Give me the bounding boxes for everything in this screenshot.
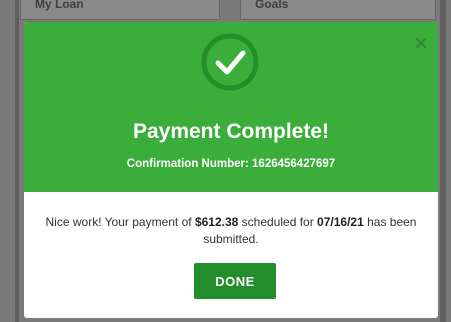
payment-amount: $612.38 [194, 215, 239, 229]
confirmation-label: Confirmation Number: [126, 158, 249, 170]
background-rail-left [15, 0, 19, 322]
modal-title: Payment Complete! [132, 120, 330, 143]
check-circle-icon [201, 33, 259, 91]
close-icon[interactable] [414, 36, 428, 50]
modal-body: Nice work! Your payment of $612.38 sched… [24, 192, 438, 248]
background-rail-right [440, 0, 446, 322]
payment-date: 07/16/21 [317, 215, 364, 229]
confirmation-number: 1626456427697 [252, 158, 336, 170]
message-middle: scheduled for [238, 215, 318, 229]
message-prefix: Nice work! Your payment of [45, 215, 195, 229]
modal-header: Payment Complete! Confirmation Number: 1… [24, 22, 438, 192]
payment-complete-modal: Payment Complete! Confirmation Number: 1… [24, 22, 438, 318]
background-card-goals: Goals [240, 0, 436, 20]
background-card-my-loan: My Loan [20, 0, 220, 20]
background-card-my-loan-title: My Loan [35, 0, 84, 11]
background-card-goals-title: Goals [255, 0, 289, 11]
confirmation-line: Confirmation Number: 1626456427697 [24, 158, 438, 170]
done-button[interactable]: DONE [194, 263, 276, 299]
